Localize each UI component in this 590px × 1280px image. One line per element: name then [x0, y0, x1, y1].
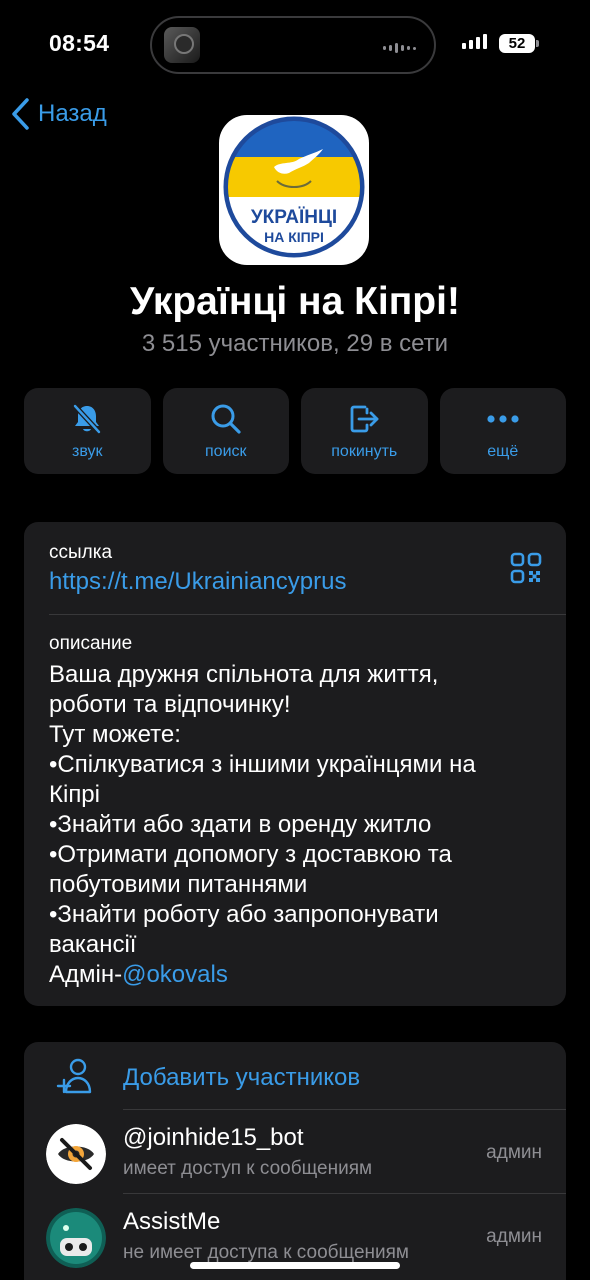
now-playing-thumbnail [164, 27, 200, 63]
description-line: •Знайти роботу або запропонувати [49, 901, 439, 928]
member-status: имеет доступ к сообщениям [123, 1158, 373, 1179]
audio-wave-icon [383, 43, 416, 53]
back-label: Назад [38, 100, 107, 127]
description-line: •Отримати допомогу з доставкою та [49, 841, 452, 868]
members-card: Добавить участников @joinhide15_bot имее… [24, 1042, 566, 1280]
leave-button[interactable]: покинуть [301, 388, 428, 474]
member-name: AssistMe [123, 1208, 221, 1235]
add-members-button[interactable]: Добавить участников [24, 1042, 566, 1110]
qr-code-icon[interactable] [510, 552, 542, 584]
description-line: побутовими питаннями [49, 871, 308, 898]
leave-label: покинуть [331, 443, 398, 460]
group-title: Українці на Кіпрі! [130, 280, 460, 323]
description-line: •Спілкуватися з іншими українцями на [49, 751, 476, 778]
group-avatar[interactable]: УКРАЇНЦІ НА КІПРІ [219, 115, 369, 265]
description-text: Ваша дружня спільнота для життя, роботи … [49, 660, 549, 990]
mute-button[interactable]: звук [24, 388, 151, 474]
logo-text-line2: НА КІПРІ [264, 229, 324, 245]
home-indicator[interactable] [190, 1262, 400, 1269]
description-line: Кіпрі [49, 781, 100, 808]
description-line: Тут можете: [49, 721, 181, 748]
invite-link[interactable]: https://t.me/Ukrainiancyprus [49, 568, 346, 596]
action-bar: звук поиск покинуть ещё [24, 388, 566, 474]
mute-label: звук [72, 443, 103, 460]
logo-text-line1: УКРАЇНЦІ [251, 207, 337, 228]
group-subtitle: 3 515 участников, 29 в сети [141, 330, 449, 357]
chevron-left-icon [12, 98, 29, 130]
divider [49, 614, 566, 615]
member-avatar [46, 1124, 106, 1184]
robot-avatar-icon [46, 1208, 106, 1268]
member-row[interactable]: @joinhide15_bot имеет доступ к сообщения… [24, 1110, 566, 1194]
add-members-label: Добавить участников [123, 1064, 361, 1091]
member-role: админ [486, 1142, 542, 1163]
more-button[interactable]: ещё [439, 388, 566, 474]
battery-tip [536, 40, 539, 47]
member-role: админ [486, 1226, 542, 1247]
link-label: ссылка [49, 542, 113, 563]
description-line: Ваша дружня спільнота для життя, [49, 661, 439, 688]
bell-slash-icon [70, 402, 104, 436]
member-avatar [46, 1208, 106, 1268]
leave-icon [347, 402, 381, 436]
add-user-icon [56, 1056, 96, 1096]
description-label: описание [49, 633, 133, 654]
description-line: вакансії [49, 931, 137, 958]
info-card: ссылка https://t.me/Ukrainiancyprus опис… [24, 522, 566, 1006]
more-label: ещё [487, 443, 519, 460]
member-name: @joinhide15_bot [123, 1124, 304, 1151]
back-button[interactable]: Назад [10, 96, 107, 132]
status-time: 08:54 [49, 30, 110, 56]
admin-line: Адмін-@okovals [49, 960, 549, 990]
search-label: поиск [205, 443, 247, 460]
battery-icon: 52 [499, 34, 535, 53]
member-status: не имеет доступа к сообщениям [123, 1242, 409, 1263]
signal-icon [462, 34, 487, 49]
search-icon [209, 402, 243, 436]
dynamic-island[interactable] [150, 16, 436, 74]
eye-crossed-icon [46, 1124, 106, 1184]
search-button[interactable]: поиск [162, 388, 289, 474]
more-icon [486, 402, 520, 436]
admin-prefix: Адмін- [49, 961, 123, 988]
description-line: •Знайти або здати в оренду житло [49, 811, 432, 838]
group-logo: УКРАЇНЦІ НА КІПРІ [223, 116, 365, 258]
admin-mention-link[interactable]: @okovals [122, 961, 228, 988]
description-line: роботи та відпочинку! [49, 691, 291, 718]
